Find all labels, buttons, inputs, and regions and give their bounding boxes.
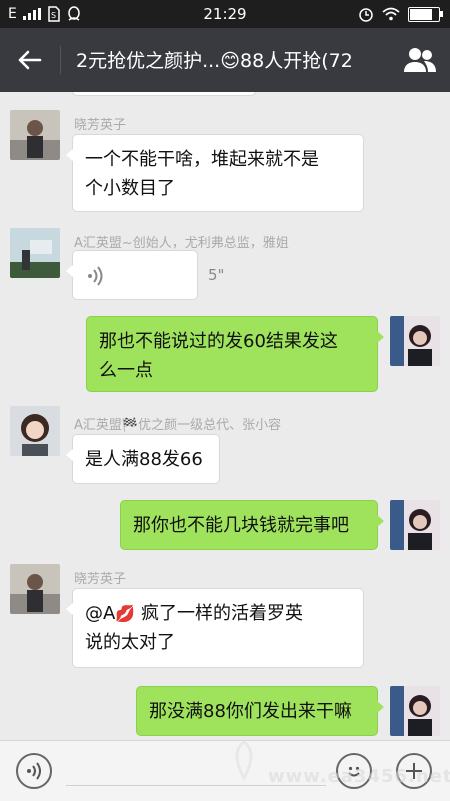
- wifi-icon: [382, 7, 400, 21]
- lips-emoji-icon: 💋: [115, 604, 136, 623]
- voice-duration: 5": [208, 266, 225, 284]
- avatar-image: [10, 406, 60, 456]
- message-bubble[interactable]: 一个不能干啥，堆起来就不是 个小数目了: [66, 134, 364, 212]
- mention[interactable]: @A: [85, 603, 115, 624]
- message-text: 是人满88发66: [85, 449, 203, 470]
- group-members-icon[interactable]: [402, 46, 438, 74]
- sender-name: 晓芳英子: [74, 572, 127, 587]
- header-divider: [60, 46, 61, 74]
- sender-name: 晓芳英子: [74, 118, 127, 133]
- avatar[interactable]: [10, 228, 60, 278]
- voice-toggle-icon: [27, 762, 41, 780]
- avatar-image: [390, 316, 440, 366]
- chat-header: 2元抢优之颜护...😊88人开抢(72: [0, 28, 450, 92]
- previous-message-bubble[interactable]: [72, 92, 256, 96]
- message-input[interactable]: [66, 785, 326, 786]
- message-text: 一个不能干啥，堆起来就不是: [85, 149, 319, 170]
- input-toolbar: [0, 740, 450, 801]
- message-text: 那也不能说过的发60结果发这: [99, 331, 338, 352]
- message-bubble[interactable]: 那你也不能几块钱就完事吧: [120, 500, 384, 550]
- battery-icon: [408, 6, 443, 22]
- status-bar: E S 21:29: [0, 0, 450, 28]
- message-text: 疯了一样的活着罗英: [135, 603, 303, 624]
- chat-title: 2元抢优之颜护...😊88人开抢(72: [76, 50, 353, 72]
- avatar-image: [390, 500, 440, 550]
- plus-icon: [406, 763, 422, 779]
- battery-level: [410, 8, 432, 20]
- my-avatar[interactable]: [390, 500, 440, 550]
- message-text: 那没满88你们发出来干嘛: [149, 701, 352, 722]
- message-bubble[interactable]: @A💋 疯了一样的活着罗英 说的太对了: [66, 588, 364, 668]
- emoji-button[interactable]: [336, 753, 372, 789]
- avatar-image: [390, 686, 440, 736]
- message-bubble[interactable]: 那也不能说过的发60结果发这 么一点: [86, 316, 384, 392]
- emoji-face-icon: [348, 766, 360, 777]
- avatar-image: [10, 228, 60, 278]
- voice-toggle-button[interactable]: [16, 753, 52, 789]
- avatar[interactable]: [10, 110, 60, 160]
- avatar-image: [10, 564, 60, 614]
- message-text: 说的太对了: [85, 632, 175, 653]
- voice-message-bubble[interactable]: [66, 250, 198, 300]
- alarm-icon: [359, 8, 373, 22]
- more-actions-button[interactable]: [396, 753, 432, 789]
- sender-name: A汇英盟~创始人，尤利弗总监，雅姐: [74, 236, 289, 251]
- avatar[interactable]: [10, 564, 60, 614]
- message-bubble[interactable]: 那没满88你们发出来干嘛: [136, 686, 384, 736]
- back-arrow-icon[interactable]: [16, 46, 44, 74]
- avatar[interactable]: [10, 406, 60, 456]
- status-right: [358, 6, 443, 22]
- chat-message-list[interactable]: 晓芳英子 一个不能干啥，堆起来就不是 个小数目了 A汇英盟~创始人，尤利弗总监，…: [0, 92, 450, 740]
- message-line: @A💋 疯了一样的活着罗英: [85, 599, 351, 628]
- message-text: 个小数目了: [85, 178, 175, 199]
- message-bubble[interactable]: 是人满88发66: [66, 434, 220, 484]
- my-avatar[interactable]: [390, 316, 440, 366]
- avatar-image: [10, 110, 60, 160]
- message-text: 那你也不能几块钱就完事吧: [133, 515, 349, 536]
- sender-name: A汇英盟🏁优之颜一级总代、张小容: [74, 418, 282, 433]
- message-text: 么一点: [99, 360, 153, 381]
- my-avatar[interactable]: [390, 686, 440, 736]
- voice-wave-icon: [88, 266, 103, 286]
